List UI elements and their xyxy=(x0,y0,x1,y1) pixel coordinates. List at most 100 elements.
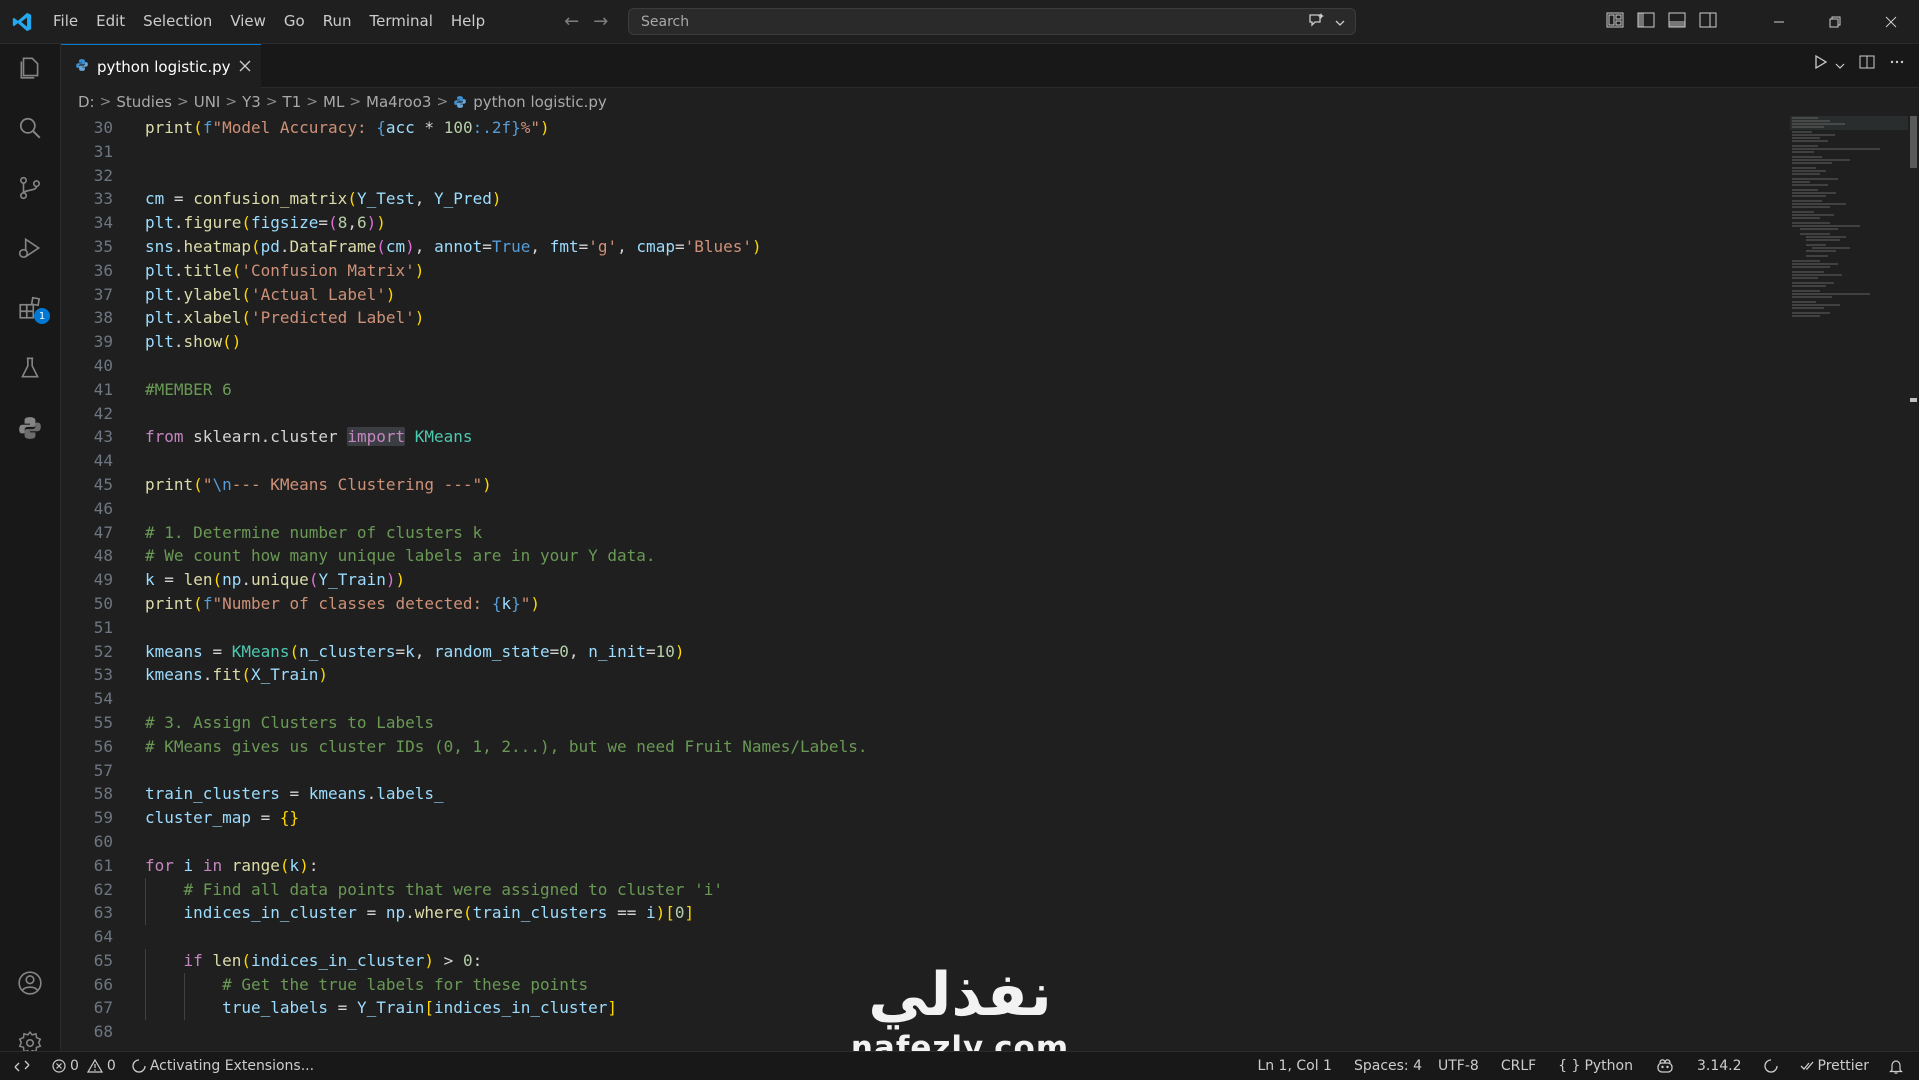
tab-python-logistic[interactable]: python logistic.py xyxy=(61,44,261,88)
close-icon[interactable] xyxy=(239,57,251,76)
breadcrumb-item[interactable]: ML xyxy=(323,93,344,111)
breadcrumb-item[interactable]: T1 xyxy=(283,93,302,111)
breadcrumb-item[interactable]: UNI xyxy=(194,93,221,111)
code-line[interactable]: 43 from sklearn.cluster import KMeans xyxy=(61,425,1781,449)
breadcrumb-item[interactable]: Ma4roo3 xyxy=(366,93,431,111)
copilot-chat-icon[interactable] xyxy=(1307,12,1325,32)
code-line[interactable]: 41 #MEMBER 6 xyxy=(61,378,1781,402)
breadcrumb-item[interactable]: D: xyxy=(78,93,95,111)
line-number: 51 xyxy=(93,617,113,637)
code-line[interactable]: 33 cm = confusion_matrix(Y_Test, Y_Pred) xyxy=(61,187,1781,211)
menu-edit[interactable]: Edit xyxy=(87,0,134,43)
code-line[interactable]: 61 for i in range(k): xyxy=(61,854,1781,878)
warning-count: 0 xyxy=(106,1058,116,1074)
copilot-icon[interactable] xyxy=(1647,1058,1683,1074)
account-icon[interactable] xyxy=(0,959,60,1007)
indentation[interactable]: Spaces: 4 xyxy=(1346,1058,1430,1074)
back-arrow-icon[interactable]: ← xyxy=(564,11,579,32)
code-editor[interactable]: 30 print(f"Model Accuracy: {acc * 100:.2f… xyxy=(61,116,1781,1051)
scrollbar-thumb[interactable] xyxy=(1910,116,1917,168)
python-icon[interactable] xyxy=(0,404,60,452)
menu-selection[interactable]: Selection xyxy=(134,0,221,43)
menu-file[interactable]: File xyxy=(44,0,87,43)
line-number: 47 xyxy=(93,522,113,542)
split-editor-icon[interactable] xyxy=(1859,54,1875,74)
close-window-button[interactable] xyxy=(1863,0,1919,43)
code-line[interactable]: 56 # KMeans gives us cluster IDs (0, 1, 2… xyxy=(61,735,1781,759)
code-line[interactable]: 58 train_clusters = kmeans.labels_ xyxy=(61,782,1781,806)
forward-arrow-icon[interactable]: → xyxy=(593,11,608,32)
code-line[interactable]: 47 # 1. Determine number of clusters k xyxy=(61,521,1781,545)
code-line[interactable]: 55 # 3. Assign Clusters to Labels xyxy=(61,711,1781,735)
cursor-position[interactable]: Ln 1, Col 1 xyxy=(1249,1058,1340,1074)
menu-help[interactable]: Help xyxy=(442,0,494,43)
line-number: 46 xyxy=(93,498,113,518)
code-line[interactable]: 40 xyxy=(61,354,1781,378)
code-line[interactable]: 53 kmeans.fit(X_Train) xyxy=(61,663,1781,687)
code-line[interactable]: 51 xyxy=(61,616,1781,640)
python-interpreter[interactable]: 3.14.2 xyxy=(1689,1058,1750,1074)
code-line[interactable]: 46 xyxy=(61,497,1781,521)
code-line[interactable]: 59 cluster_map = {} xyxy=(61,806,1781,830)
code-line[interactable]: 49 k = len(np.unique(Y_Train)) xyxy=(61,568,1781,592)
language-mode[interactable]: { } Python xyxy=(1550,1058,1641,1074)
line-ending[interactable]: CRLF xyxy=(1493,1058,1544,1074)
code-line[interactable]: 62 # Find all data points that were assi… xyxy=(61,877,1781,902)
breadcrumb-file[interactable]: python logistic.py xyxy=(453,93,607,111)
problems-indicator[interactable]: 0 0 xyxy=(44,1058,124,1074)
code-line[interactable]: 38 plt.xlabel('Predicted Label') xyxy=(61,306,1781,330)
code-line[interactable]: 44 xyxy=(61,449,1781,473)
code-line[interactable]: 63 indices_in_cluster = np.where(train_c… xyxy=(61,901,1781,926)
restore-button[interactable] xyxy=(1807,0,1863,43)
run-debug-icon[interactable] xyxy=(0,224,60,272)
code-line[interactable]: 39 plt.show() xyxy=(61,330,1781,354)
extensions-icon[interactable]: 1 xyxy=(0,284,60,332)
menu-go[interactable]: Go xyxy=(275,0,314,43)
code-line[interactable]: 64 xyxy=(61,925,1781,949)
code-line[interactable]: 32 xyxy=(61,164,1781,188)
code-line[interactable]: 30 print(f"Model Accuracy: {acc * 100:.2f… xyxy=(61,116,1781,140)
prettier-status[interactable]: Prettier xyxy=(1792,1058,1878,1074)
run-options-chevron-icon[interactable] xyxy=(1835,55,1845,74)
code-line[interactable]: 37 plt.ylabel('Actual Label') xyxy=(61,283,1781,307)
encoding[interactable]: UTF-8 xyxy=(1430,1058,1487,1074)
code-line[interactable]: 57 xyxy=(61,759,1781,783)
vertical-scrollbar[interactable] xyxy=(1908,116,1919,1051)
code-line[interactable]: 45 print("\n--- KMeans Clustering ---") xyxy=(61,473,1781,497)
chevron-down-icon[interactable] xyxy=(1335,12,1345,31)
source-control-icon[interactable] xyxy=(0,164,60,212)
remote-indicator-icon[interactable] xyxy=(0,1052,44,1080)
code-line[interactable]: 42 xyxy=(61,402,1781,426)
customize-layout-icon[interactable] xyxy=(1606,12,1624,32)
code-text: #MEMBER 6 xyxy=(145,379,232,399)
command-center-search[interactable]: Search xyxy=(628,8,1356,35)
run-python-file-icon[interactable] xyxy=(1813,54,1829,74)
more-actions-icon[interactable] xyxy=(1889,54,1905,74)
minimize-button[interactable] xyxy=(1751,0,1807,43)
line-number: 45 xyxy=(93,474,113,494)
code-line[interactable]: 50 print(f"Number of classes detected: {k… xyxy=(61,592,1781,616)
explorer-icon[interactable] xyxy=(0,44,60,92)
code-line[interactable]: 36 plt.title('Confusion Matrix') xyxy=(61,259,1781,283)
code-line[interactable]: 60 xyxy=(61,830,1781,854)
search-icon[interactable] xyxy=(0,104,60,152)
code-line[interactable]: 48 # We count how many unique labels are … xyxy=(61,544,1781,568)
minimap[interactable] xyxy=(1790,116,1908,326)
menu-view[interactable]: View xyxy=(221,0,275,43)
code-line[interactable]: 35 sns.heatmap(pd.DataFrame(cm), annot=Tr… xyxy=(61,235,1781,259)
bell-icon[interactable] xyxy=(1881,1059,1911,1074)
code-line[interactable]: 31 xyxy=(61,140,1781,164)
toggle-secondary-sidebar-icon[interactable] xyxy=(1699,12,1717,32)
code-line[interactable]: 54 xyxy=(61,687,1781,711)
menu-terminal[interactable]: Terminal xyxy=(361,0,442,43)
toggle-primary-sidebar-icon[interactable] xyxy=(1637,12,1655,32)
line-number: 39 xyxy=(93,332,113,352)
breadcrumb-item[interactable]: Y3 xyxy=(242,93,261,111)
breadcrumb-item[interactable]: Studies xyxy=(116,93,172,111)
toggle-panel-icon[interactable] xyxy=(1668,12,1686,32)
menu-run[interactable]: Run xyxy=(314,0,361,43)
line-number: 58 xyxy=(93,784,113,804)
testing-icon[interactable] xyxy=(0,344,60,392)
code-line[interactable]: 34 plt.figure(figsize=(8,6)) xyxy=(61,211,1781,235)
code-line[interactable]: 52 kmeans = KMeans(n_clusters=k, random_s… xyxy=(61,640,1781,664)
